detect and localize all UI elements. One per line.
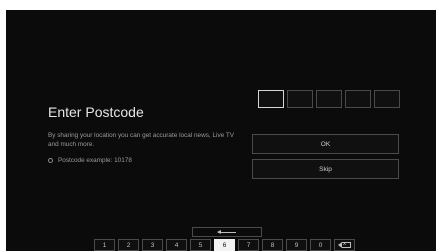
key-2[interactable]: 2 <box>118 239 139 251</box>
skip-button[interactable]: Skip <box>252 159 399 179</box>
delete-key[interactable] <box>334 239 355 251</box>
postcode-hint-text: Postcode example: 10178 <box>58 157 132 164</box>
postcode-digit-5[interactable] <box>374 90 400 108</box>
key-9[interactable]: 9 <box>286 239 307 251</box>
key-6[interactable]: 6 <box>214 239 235 251</box>
delete-icon <box>337 240 351 250</box>
postcode-screen: Enter Postcode By sharing your location … <box>6 10 436 251</box>
number-keypad: 1 2 3 4 5 6 7 8 9 0 <box>94 239 355 251</box>
page-title: Enter Postcode <box>48 104 144 120</box>
postcode-digit-2[interactable] <box>287 90 313 108</box>
postcode-digit-3[interactable] <box>316 90 342 108</box>
key-0[interactable]: 0 <box>310 239 331 251</box>
key-3[interactable]: 3 <box>142 239 163 251</box>
info-circle-icon <box>48 158 53 163</box>
postcode-digit-4[interactable] <box>345 90 371 108</box>
key-8[interactable]: 8 <box>262 239 283 251</box>
postcode-digit-1[interactable] <box>258 90 284 108</box>
key-4[interactable]: 4 <box>166 239 187 251</box>
backspace-button[interactable] <box>192 227 262 237</box>
key-1[interactable]: 1 <box>94 239 115 251</box>
postcode-input[interactable] <box>258 90 400 108</box>
key-5[interactable]: 5 <box>190 239 211 251</box>
description-text: By sharing your location you can get acc… <box>48 132 235 148</box>
backspace-arrow-icon <box>217 229 236 234</box>
ok-button[interactable]: OK <box>252 134 399 154</box>
key-7[interactable]: 7 <box>238 239 259 251</box>
postcode-hint: Postcode example: 10178 <box>48 157 132 164</box>
